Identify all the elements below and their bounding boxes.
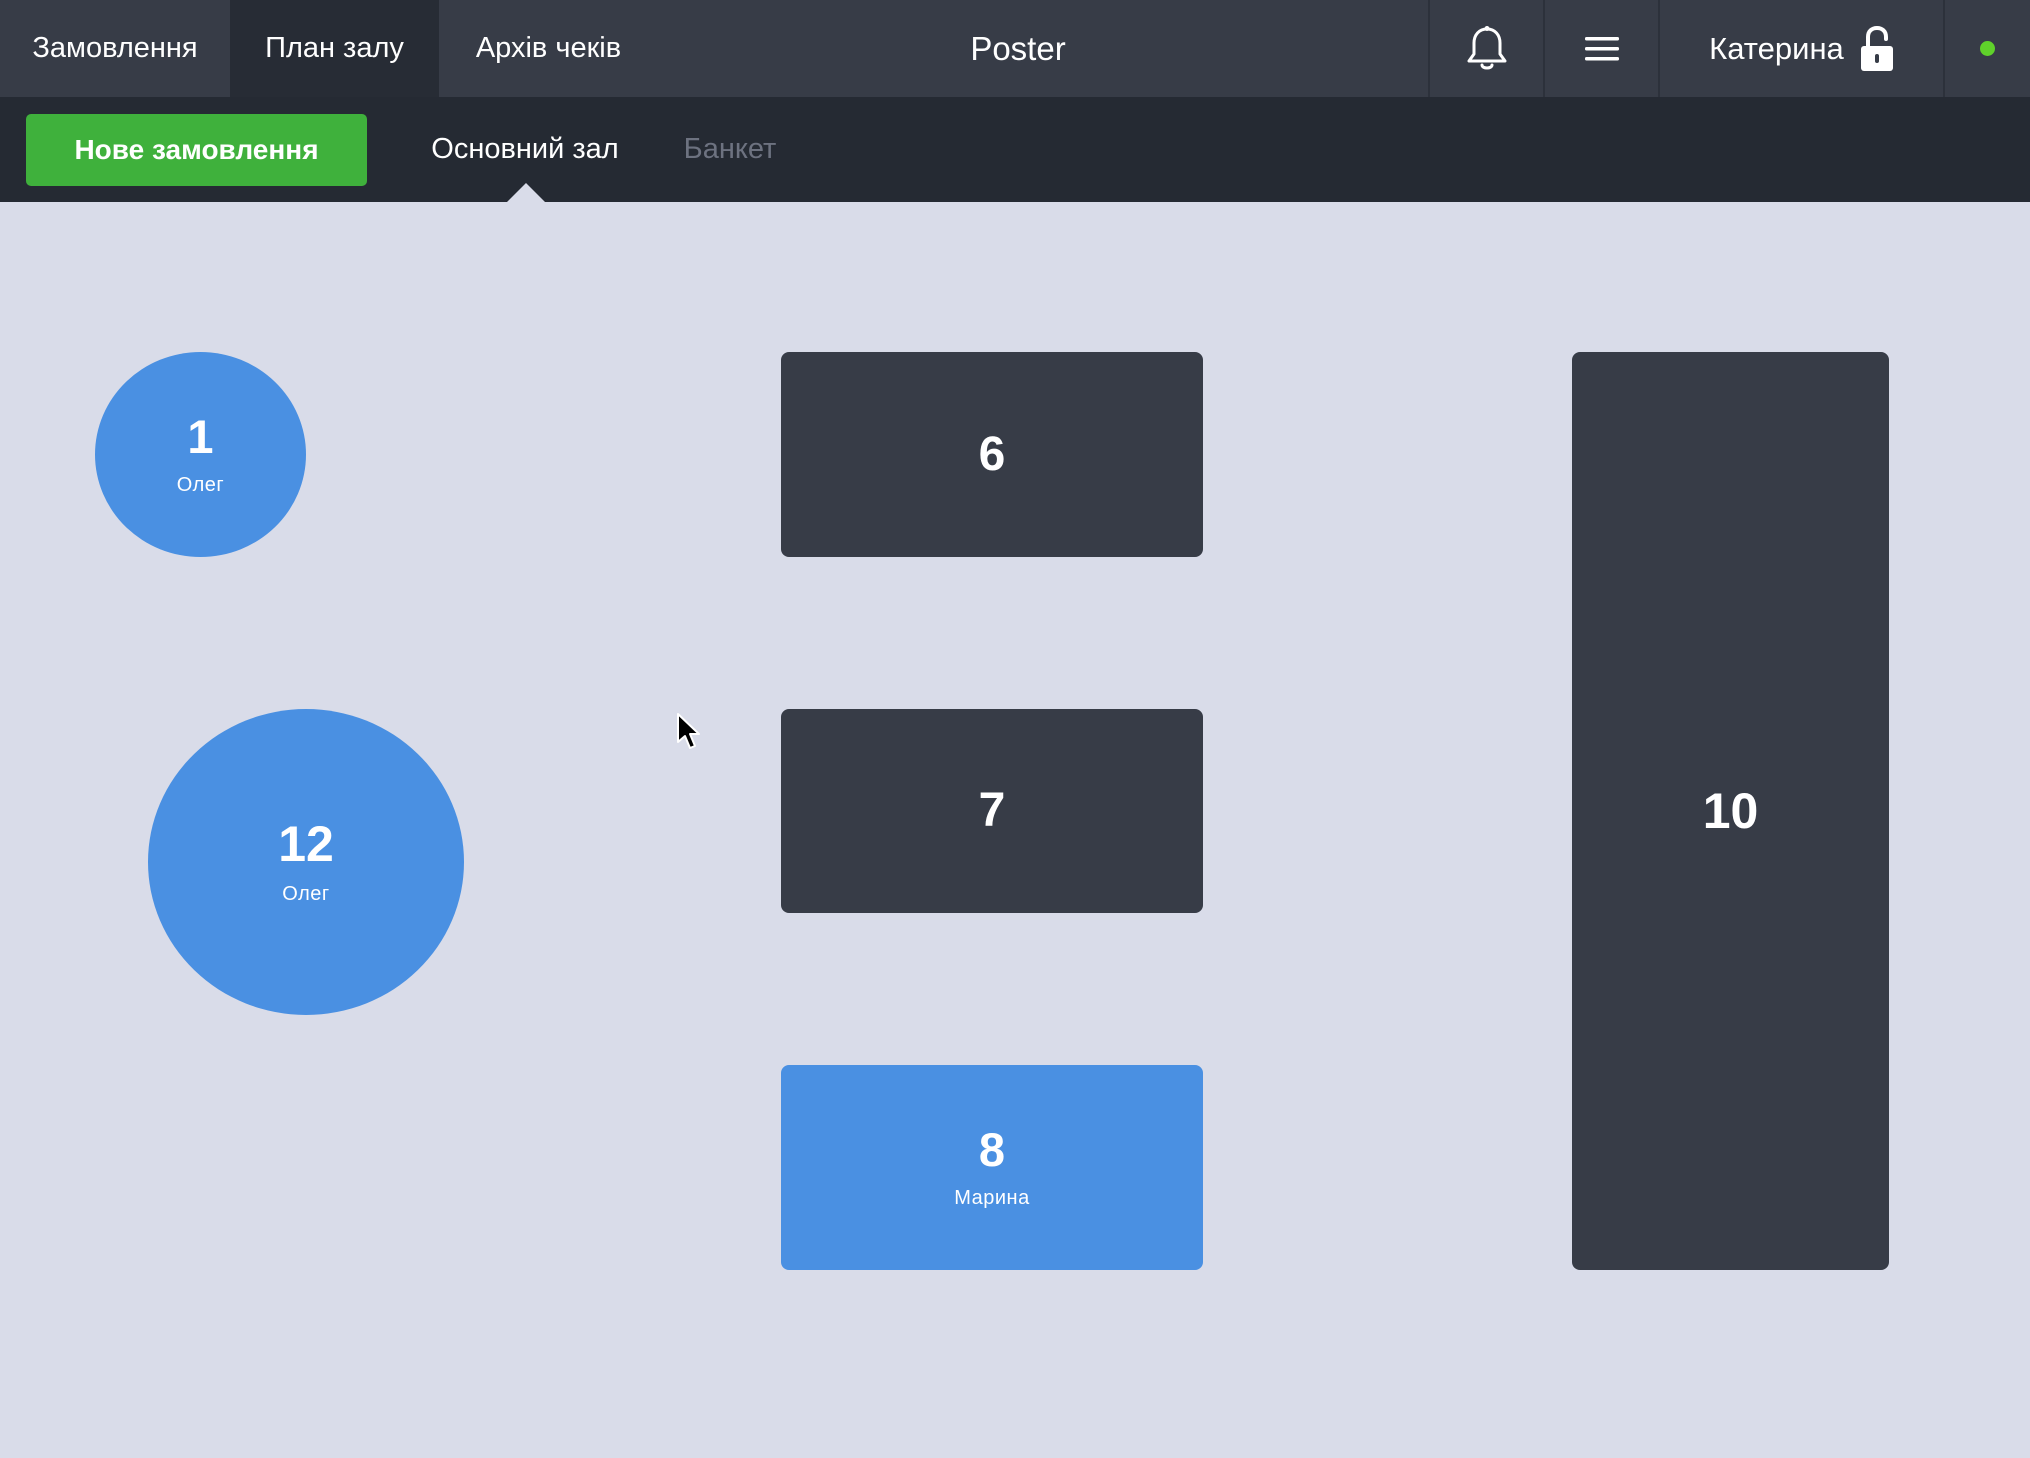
hall-tab-banquet[interactable]: Банкет xyxy=(660,97,800,202)
hamburger-menu-icon xyxy=(1584,36,1619,60)
online-status-dot xyxy=(1980,41,1995,56)
tab-orders[interactable]: Замовлення xyxy=(0,0,230,97)
active-hall-indicator xyxy=(507,183,545,202)
table-6[interactable]: 6 xyxy=(781,352,1203,557)
app-title: Poster xyxy=(970,29,1066,67)
table-8[interactable]: 8 Марина xyxy=(781,1065,1203,1270)
new-order-button[interactable]: Нове замовлення xyxy=(26,114,367,186)
table-number: 8 xyxy=(978,1122,1006,1176)
table-number: 6 xyxy=(978,427,1006,481)
top-bar: Замовлення План залу Архів чеків Poster … xyxy=(0,0,2030,97)
table-number: 10 xyxy=(1702,783,1759,839)
table-waiter: Олег xyxy=(176,473,225,496)
unlocked-padlock-icon xyxy=(1860,25,1893,71)
user-lock-button[interactable]: Катерина xyxy=(1660,0,1943,97)
table-number: 12 xyxy=(278,815,334,872)
menu-button[interactable] xyxy=(1545,0,1658,97)
tab-floor-plan[interactable]: План залу xyxy=(230,0,439,97)
user-name: Катерина xyxy=(1709,30,1844,66)
table-10[interactable]: 10 xyxy=(1572,352,1889,1270)
table-number: 7 xyxy=(978,784,1006,837)
table-12[interactable]: 12 Олег xyxy=(148,709,464,1015)
hall-bar: Нове замовлення Основний зал Банкет xyxy=(0,97,2030,202)
table-waiter: Марина xyxy=(954,1186,1030,1209)
tab-receipts-archive[interactable]: Архів чеків xyxy=(439,0,658,97)
floor-plan: 1 Олег 12 Олег 6 7 8 Марина 10 xyxy=(0,202,2030,1458)
table-1[interactable]: 1 Олег xyxy=(95,352,306,557)
table-7[interactable]: 7 xyxy=(781,709,1203,913)
table-waiter: Олег xyxy=(282,882,330,905)
mouse-cursor-icon xyxy=(677,713,700,749)
table-number: 1 xyxy=(187,409,214,463)
notifications-button[interactable] xyxy=(1430,0,1543,97)
bell-icon xyxy=(1467,25,1506,69)
connection-status xyxy=(1945,0,2030,97)
